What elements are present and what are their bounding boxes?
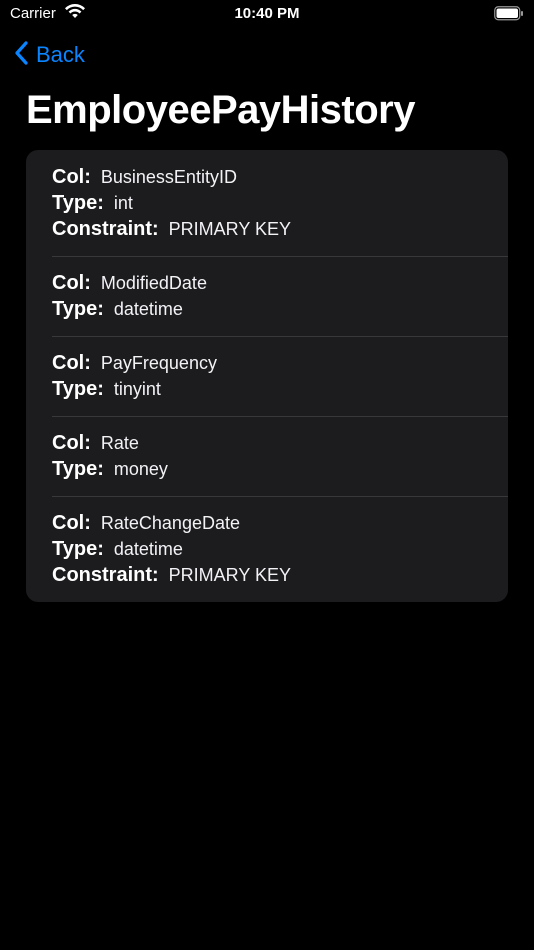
constraint-value: PRIMARY KEY <box>168 564 292 585</box>
type-label: Type: <box>52 297 104 320</box>
page-title: EmployeePayHistory <box>26 88 415 132</box>
col-label: Col: <box>52 351 91 374</box>
type-label: Type: <box>52 537 104 560</box>
constraint-label: Constraint: <box>52 217 159 240</box>
col-value: BusinessEntityID <box>100 166 237 187</box>
back-button[interactable]: Back <box>14 40 85 70</box>
col-label: Col: <box>52 165 91 188</box>
col-label: Col: <box>52 271 91 294</box>
list-item[interactable]: Col: PayFrequency Type: tinyint <box>26 336 508 416</box>
col-label: Col: <box>52 431 91 454</box>
type-value: money <box>113 458 168 479</box>
list-item[interactable]: Col: RateChangeDate Type: datetime Constra… <box>26 496 508 602</box>
type-label: Type: <box>52 191 104 214</box>
type-label: Type: <box>52 377 104 400</box>
columns-list: Col: BusinessEntityID Type: int Constraint… <box>26 150 508 602</box>
constraint-value: PRIMARY KEY <box>168 218 292 239</box>
constraint-label: Constraint: <box>52 563 159 586</box>
status-time: 10:40 PM <box>234 5 300 22</box>
list-item[interactable]: Col: ModifiedDate Type: datetime <box>26 256 508 336</box>
col-label: Col: <box>52 511 91 534</box>
list-item[interactable]: Col: Rate Type: money <box>26 416 508 496</box>
col-value: RateChangeDate <box>100 512 240 533</box>
type-label: Type: <box>52 457 104 480</box>
type-value: int <box>113 192 133 213</box>
status-bar: Carrier 10:40 PM <box>0 0 534 30</box>
battery-icon <box>494 6 524 26</box>
chevron-left-icon <box>14 40 28 70</box>
col-value: Rate <box>100 432 139 453</box>
back-label: Back <box>36 42 85 67</box>
col-value: ModifiedDate <box>100 272 207 293</box>
type-value: tinyint <box>113 378 161 399</box>
type-value: datetime <box>113 538 183 559</box>
col-value: PayFrequency <box>100 352 217 373</box>
list-item[interactable]: Col: BusinessEntityID Type: int Constraint… <box>26 150 508 256</box>
type-value: datetime <box>113 298 183 319</box>
